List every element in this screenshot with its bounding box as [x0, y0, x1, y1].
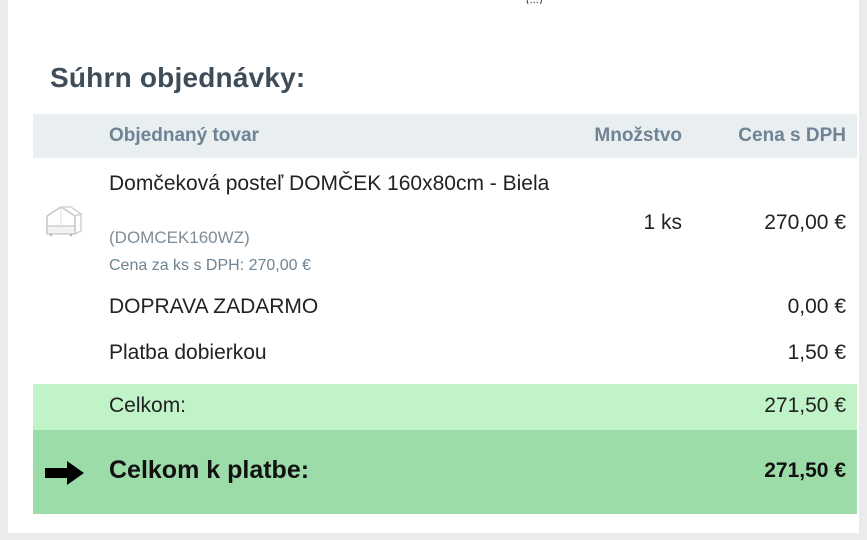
- subtotal-label: Celkom:: [109, 394, 187, 417]
- product-code: (DOMCEK160WZ): [109, 228, 250, 247]
- cropped-text-fragment: (...): [526, 0, 586, 4]
- product-quantity: 1 ks: [643, 211, 682, 234]
- payment-label: Platba dobierkou: [109, 341, 267, 364]
- product-name[interactable]: Domčeková posteľ DOMČEK 160x80cm - Biela: [109, 170, 569, 198]
- header-quantity: Množstvo: [594, 125, 682, 146]
- header-price-with-vat: Cena s DPH: [738, 125, 846, 146]
- order-summary-title: Súhrn objednávky:: [50, 62, 306, 93]
- product-price: 270,00 €: [764, 211, 846, 234]
- grand-total-label: Celkom k platbe:: [109, 456, 310, 484]
- subtotal-price: 271,50 €: [764, 394, 846, 417]
- product-row: Domčeková posteľ DOMČEK 160x80cm - Biela…: [33, 158, 857, 284]
- order-summary-panel: (...) Súhrn objednávky: Objednaný tovar …: [8, 0, 859, 533]
- subtotal-row: Celkom: 271,50 €: [33, 384, 857, 430]
- shipping-price: 0,00 €: [787, 295, 846, 318]
- shipping-label: DOPRAVA ZADARMO: [109, 295, 319, 318]
- header-ordered-item: Objednaný tovar: [109, 125, 259, 146]
- arrow-right-icon: [45, 460, 85, 486]
- shipping-row: DOPRAVA ZADARMO 0,00 €: [33, 284, 857, 330]
- table-header-row: Objednaný tovar Množstvo Cena s DPH: [33, 114, 857, 158]
- payment-row: Platba dobierkou 1,50 €: [33, 330, 857, 376]
- bed-house-icon[interactable]: [41, 204, 85, 240]
- grand-total-price: 271,50 €: [764, 459, 846, 482]
- payment-price: 1,50 €: [787, 341, 846, 364]
- product-unit-price: Cena za ks s DPH: 270,00 €: [109, 257, 311, 274]
- grand-total-row: Celkom k platbe: 271,50 €: [33, 430, 857, 514]
